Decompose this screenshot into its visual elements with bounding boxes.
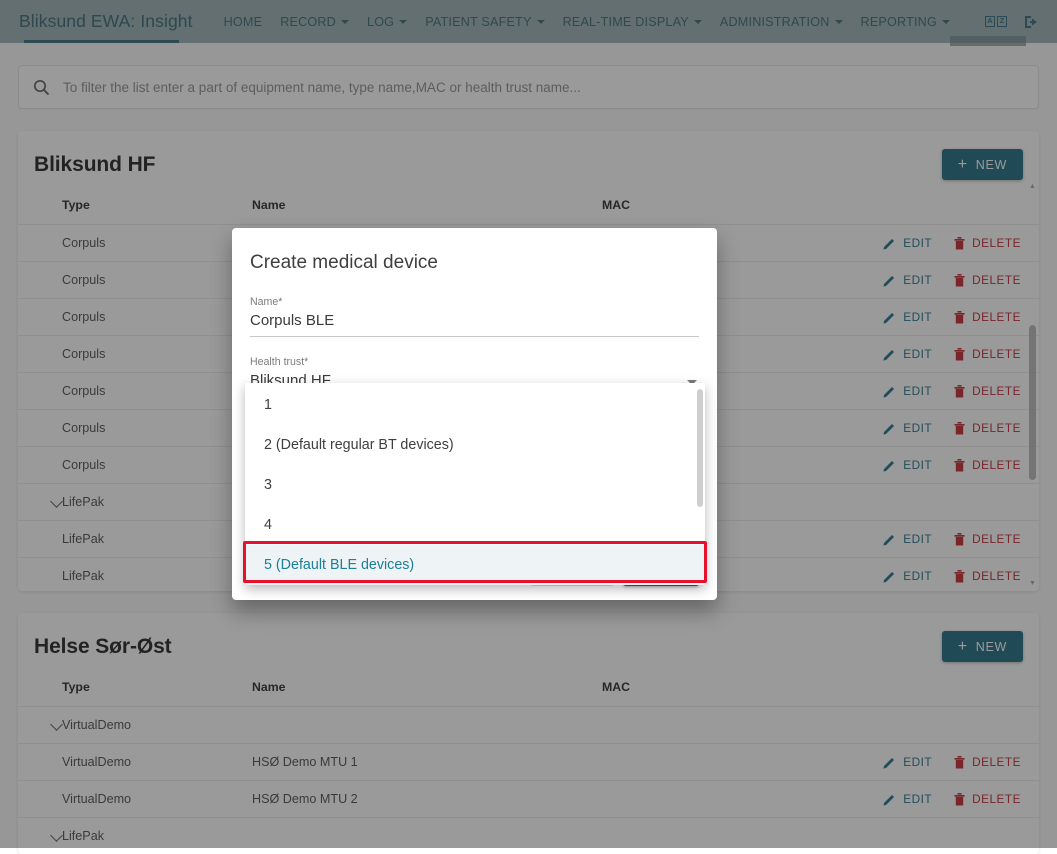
dropdown-option-selected[interactable]: 5 (Default BLE devices) <box>245 545 705 585</box>
name-field-group: Name* Corpuls BLE <box>250 296 699 337</box>
dropdown-option[interactable]: 3 <box>245 465 705 505</box>
dialog-title: Create medical device <box>250 242 699 296</box>
modal-backdrop-navbar <box>0 0 1057 43</box>
health-trust-field-label: Health trust* <box>250 356 699 368</box>
port-dropdown-panel: 1 2 (Default regular BT devices) 3 4 5 (… <box>245 383 705 585</box>
scrollbar-thumb[interactable] <box>697 389 703 507</box>
name-input[interactable]: Corpuls BLE <box>250 312 699 337</box>
dropdown-scrollbar[interactable] <box>697 389 703 523</box>
dropdown-option[interactable]: 4 <box>245 505 705 545</box>
dropdown-option[interactable]: 2 (Default regular BT devices) <box>245 425 705 465</box>
name-field-label: Name* <box>250 296 699 308</box>
dropdown-option[interactable]: 1 <box>245 385 705 425</box>
